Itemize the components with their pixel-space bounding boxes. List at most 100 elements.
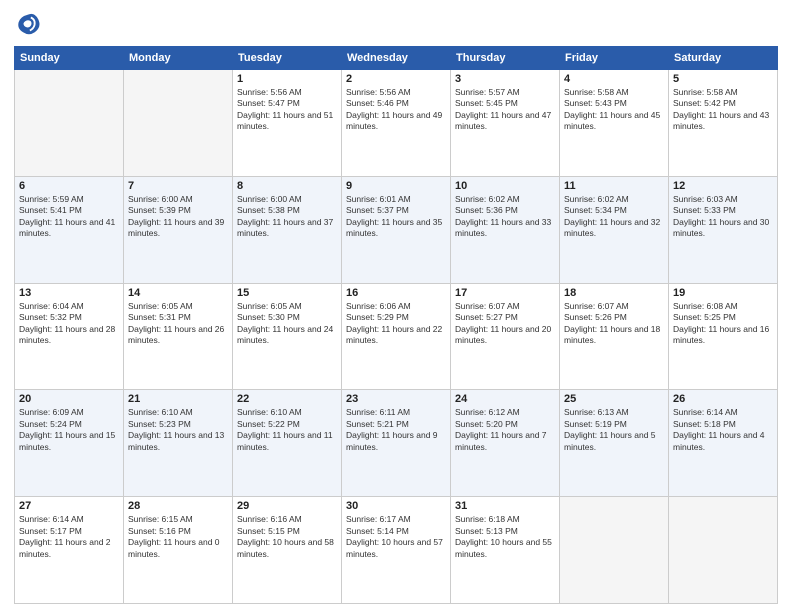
cell-info: Sunrise: 6:10 AMSunset: 5:22 PMDaylight:… — [237, 407, 337, 453]
cell-info: Sunrise: 6:10 AMSunset: 5:23 PMDaylight:… — [128, 407, 228, 453]
cell-info: Sunrise: 6:17 AMSunset: 5:14 PMDaylight:… — [346, 514, 446, 560]
calendar-cell: 25 Sunrise: 6:13 AMSunset: 5:19 PMDayligh… — [560, 390, 669, 497]
day-number: 6 — [19, 180, 119, 192]
day-number: 9 — [346, 180, 446, 192]
calendar-week-row: 27 Sunrise: 6:14 AMSunset: 5:17 PMDayligh… — [15, 497, 778, 604]
cell-info: Sunrise: 6:04 AMSunset: 5:32 PMDaylight:… — [19, 301, 119, 347]
calendar-cell: 21 Sunrise: 6:10 AMSunset: 5:23 PMDayligh… — [124, 390, 233, 497]
cell-info: Sunrise: 6:13 AMSunset: 5:19 PMDaylight:… — [564, 407, 664, 453]
day-number: 16 — [346, 287, 446, 299]
day-number: 1 — [237, 73, 337, 85]
cell-info: Sunrise: 6:14 AMSunset: 5:18 PMDaylight:… — [673, 407, 773, 453]
day-number: 8 — [237, 180, 337, 192]
calendar-cell: 29 Sunrise: 6:16 AMSunset: 5:15 PMDayligh… — [233, 497, 342, 604]
day-number: 4 — [564, 73, 664, 85]
calendar-cell: 14Sunrise: 6:05 AMSunset: 5:31 PMDayligh… — [124, 283, 233, 390]
calendar-week-row: 20Sunrise: 6:09 AMSunset: 5:24 PMDayligh… — [15, 390, 778, 497]
calendar-cell: 12Sunrise: 6:03 AMSunset: 5:33 PMDayligh… — [669, 176, 778, 283]
calendar-cell: 5 Sunrise: 5:58 AMSunset: 5:42 PMDaylight… — [669, 70, 778, 177]
calendar-cell: 1Sunrise: 5:56 AMSunset: 5:47 PMDaylight… — [233, 70, 342, 177]
day-number: 7 — [128, 180, 228, 192]
cell-info: Sunrise: 6:02 AMSunset: 5:34 PMDaylight:… — [564, 194, 664, 240]
cell-info: Sunrise: 6:15 AMSunset: 5:16 PMDaylight:… — [128, 514, 228, 560]
day-number: 14 — [128, 287, 228, 299]
calendar-cell: 4Sunrise: 5:58 AMSunset: 5:43 PMDaylight… — [560, 70, 669, 177]
day-number: 11 — [564, 180, 664, 192]
day-number: 29 — [237, 500, 337, 512]
calendar-cell — [124, 70, 233, 177]
calendar-cell: 10 Sunrise: 6:02 AMSunset: 5:36 PMDayligh… — [451, 176, 560, 283]
calendar-cell: 27 Sunrise: 6:14 AMSunset: 5:17 PMDayligh… — [15, 497, 124, 604]
calendar-cell: 7 Sunrise: 6:00 AMSunset: 5:39 PMDaylight… — [124, 176, 233, 283]
calendar-cell: 13 Sunrise: 6:04 AMSunset: 5:32 PMDayligh… — [15, 283, 124, 390]
day-number: 30 — [346, 500, 446, 512]
calendar-week-row: 6 Sunrise: 5:59 AMSunset: 5:41 PMDaylight… — [15, 176, 778, 283]
weekday-header: Sunday — [15, 47, 124, 70]
cell-info: Sunrise: 6:11 AMSunset: 5:21 PMDaylight:… — [346, 407, 446, 453]
day-number: 20 — [19, 393, 119, 405]
cell-info: Sunrise: 5:59 AMSunset: 5:41 PMDaylight:… — [19, 194, 119, 240]
calendar-cell: 22 Sunrise: 6:10 AMSunset: 5:22 PMDayligh… — [233, 390, 342, 497]
calendar-cell: 20Sunrise: 6:09 AMSunset: 5:24 PMDayligh… — [15, 390, 124, 497]
calendar-cell: 16Sunrise: 6:06 AMSunset: 5:29 PMDayligh… — [342, 283, 451, 390]
day-number: 24 — [455, 393, 555, 405]
calendar-cell: 6 Sunrise: 5:59 AMSunset: 5:41 PMDaylight… — [15, 176, 124, 283]
day-number: 27 — [19, 500, 119, 512]
cell-info: Sunrise: 6:07 AMSunset: 5:27 PMDaylight:… — [455, 301, 555, 347]
day-number: 15 — [237, 287, 337, 299]
calendar-cell: 3Sunrise: 5:57 AMSunset: 5:45 PMDaylight… — [451, 70, 560, 177]
day-number: 25 — [564, 393, 664, 405]
weekday-header: Wednesday — [342, 47, 451, 70]
cell-info: Sunrise: 5:57 AMSunset: 5:45 PMDaylight:… — [455, 87, 555, 133]
calendar-week-row: 13 Sunrise: 6:04 AMSunset: 5:32 PMDayligh… — [15, 283, 778, 390]
cell-info: Sunrise: 6:14 AMSunset: 5:17 PMDaylight:… — [19, 514, 119, 560]
calendar-table: SundayMondayTuesdayWednesdayThursdayFrid… — [14, 46, 778, 604]
cell-info: Sunrise: 6:16 AMSunset: 5:15 PMDaylight:… — [237, 514, 337, 560]
cell-info: Sunrise: 6:18 AMSunset: 5:13 PMDaylight:… — [455, 514, 555, 560]
cell-info: Sunrise: 6:05 AMSunset: 5:30 PMDaylight:… — [237, 301, 337, 347]
calendar-cell: 19 Sunrise: 6:08 AMSunset: 5:25 PMDayligh… — [669, 283, 778, 390]
day-number: 17 — [455, 287, 555, 299]
header — [14, 10, 778, 38]
cell-info: Sunrise: 5:56 AMSunset: 5:46 PMDaylight:… — [346, 87, 446, 133]
calendar-cell — [560, 497, 669, 604]
calendar-cell: 15 Sunrise: 6:05 AMSunset: 5:30 PMDayligh… — [233, 283, 342, 390]
logo — [14, 10, 46, 38]
calendar-header-row: SundayMondayTuesdayWednesdayThursdayFrid… — [15, 47, 778, 70]
weekday-header: Tuesday — [233, 47, 342, 70]
calendar-cell: 31Sunrise: 6:18 AMSunset: 5:13 PMDayligh… — [451, 497, 560, 604]
day-number: 13 — [19, 287, 119, 299]
day-number: 23 — [346, 393, 446, 405]
day-number: 5 — [673, 73, 773, 85]
calendar-cell: 18 Sunrise: 6:07 AMSunset: 5:26 PMDayligh… — [560, 283, 669, 390]
weekday-header: Saturday — [669, 47, 778, 70]
calendar-cell: 26 Sunrise: 6:14 AMSunset: 5:18 PMDayligh… — [669, 390, 778, 497]
cell-info: Sunrise: 6:07 AMSunset: 5:26 PMDaylight:… — [564, 301, 664, 347]
weekday-header: Thursday — [451, 47, 560, 70]
day-number: 28 — [128, 500, 228, 512]
cell-info: Sunrise: 6:00 AMSunset: 5:38 PMDaylight:… — [237, 194, 337, 240]
cell-info: Sunrise: 6:08 AMSunset: 5:25 PMDaylight:… — [673, 301, 773, 347]
page: SundayMondayTuesdayWednesdayThursdayFrid… — [0, 0, 792, 612]
calendar-week-row: 1Sunrise: 5:56 AMSunset: 5:47 PMDaylight… — [15, 70, 778, 177]
day-number: 21 — [128, 393, 228, 405]
calendar-cell: 8 Sunrise: 6:00 AMSunset: 5:38 PMDaylight… — [233, 176, 342, 283]
cell-info: Sunrise: 6:01 AMSunset: 5:37 PMDaylight:… — [346, 194, 446, 240]
calendar-cell: 28 Sunrise: 6:15 AMSunset: 5:16 PMDayligh… — [124, 497, 233, 604]
cell-info: Sunrise: 6:00 AMSunset: 5:39 PMDaylight:… — [128, 194, 228, 240]
calendar-cell: 24Sunrise: 6:12 AMSunset: 5:20 PMDayligh… — [451, 390, 560, 497]
calendar-cell: 9 Sunrise: 6:01 AMSunset: 5:37 PMDaylight… — [342, 176, 451, 283]
cell-info: Sunrise: 5:58 AMSunset: 5:42 PMDaylight:… — [673, 87, 773, 133]
day-number: 2 — [346, 73, 446, 85]
day-number: 26 — [673, 393, 773, 405]
weekday-header: Monday — [124, 47, 233, 70]
cell-info: Sunrise: 6:02 AMSunset: 5:36 PMDaylight:… — [455, 194, 555, 240]
day-number: 12 — [673, 180, 773, 192]
weekday-header: Friday — [560, 47, 669, 70]
day-number: 18 — [564, 287, 664, 299]
day-number: 10 — [455, 180, 555, 192]
day-number: 19 — [673, 287, 773, 299]
calendar-cell — [669, 497, 778, 604]
day-number: 22 — [237, 393, 337, 405]
calendar-cell: 17 Sunrise: 6:07 AMSunset: 5:27 PMDayligh… — [451, 283, 560, 390]
